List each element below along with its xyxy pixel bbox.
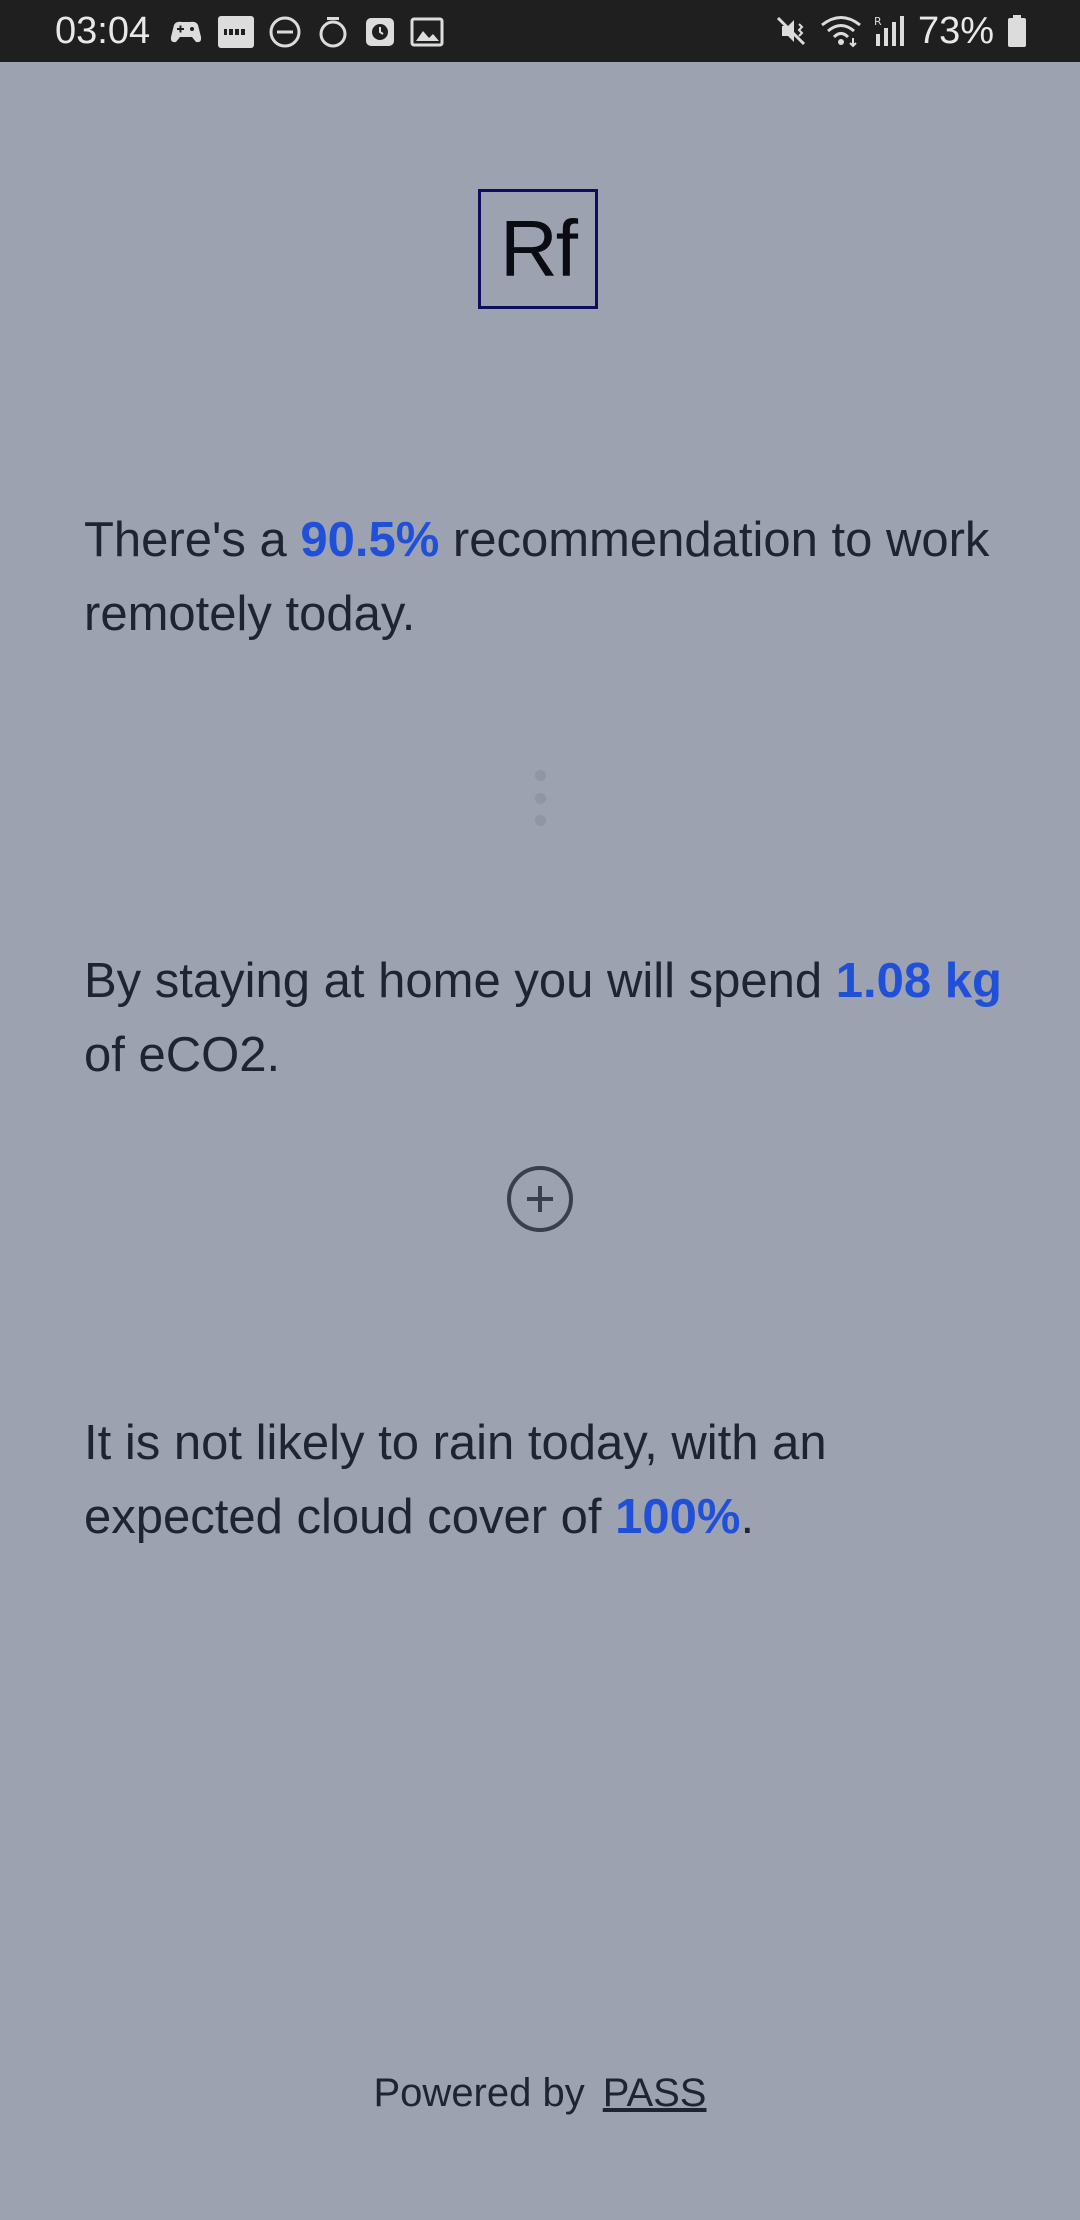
battery-percentage: 73% xyxy=(917,10,994,52)
clock-app-icon xyxy=(364,16,396,48)
do-not-disturb-icon xyxy=(268,15,302,49)
ifttt-icon xyxy=(218,16,254,48)
emission-suffix: of eCO2. xyxy=(84,1028,281,1082)
svg-text:R: R xyxy=(874,15,882,28)
cloud-cover-value: 100% xyxy=(615,1490,741,1544)
logo-text: Rf xyxy=(500,204,578,293)
pass-link[interactable]: PASS xyxy=(603,2071,707,2115)
status-bar: 03:04 R 73% xyxy=(0,0,1080,62)
status-notification-icons xyxy=(168,14,444,50)
remote-work-recommendation: There's a 90.5% recommendation to work r… xyxy=(84,503,1004,651)
game-controller-icon xyxy=(168,17,204,47)
emission-statement: By staying at home you will spend 1.08 k… xyxy=(84,944,1004,1092)
recommendation-percentage: 90.5% xyxy=(300,513,440,567)
weather-suffix: . xyxy=(740,1490,755,1544)
plus-circle-icon xyxy=(507,1166,573,1232)
wifi-icon xyxy=(820,14,862,48)
alarm-timer-icon xyxy=(316,15,350,49)
status-time: 03:04 xyxy=(55,10,151,52)
more-vertical-icon xyxy=(532,770,548,826)
app-logo: Rf xyxy=(478,189,598,309)
recommendation-prefix: There's a xyxy=(84,513,301,567)
mute-vibrate-icon xyxy=(774,14,808,48)
emission-value: 1.08 kg xyxy=(835,954,1002,1008)
status-system-icons: R 73% xyxy=(774,10,1028,52)
gallery-image-icon xyxy=(410,17,444,47)
battery-icon xyxy=(1006,14,1028,48)
signal-icon: R xyxy=(874,14,906,48)
powered-by-label: Powered by xyxy=(373,2071,585,2115)
weather-statement: It is not likely to rain today, with an … xyxy=(84,1406,1004,1554)
footer: Powered by PASS xyxy=(0,2068,1080,2118)
emission-prefix: By staying at home you will spend xyxy=(84,954,836,1008)
expand-details-button[interactable] xyxy=(505,1164,575,1234)
